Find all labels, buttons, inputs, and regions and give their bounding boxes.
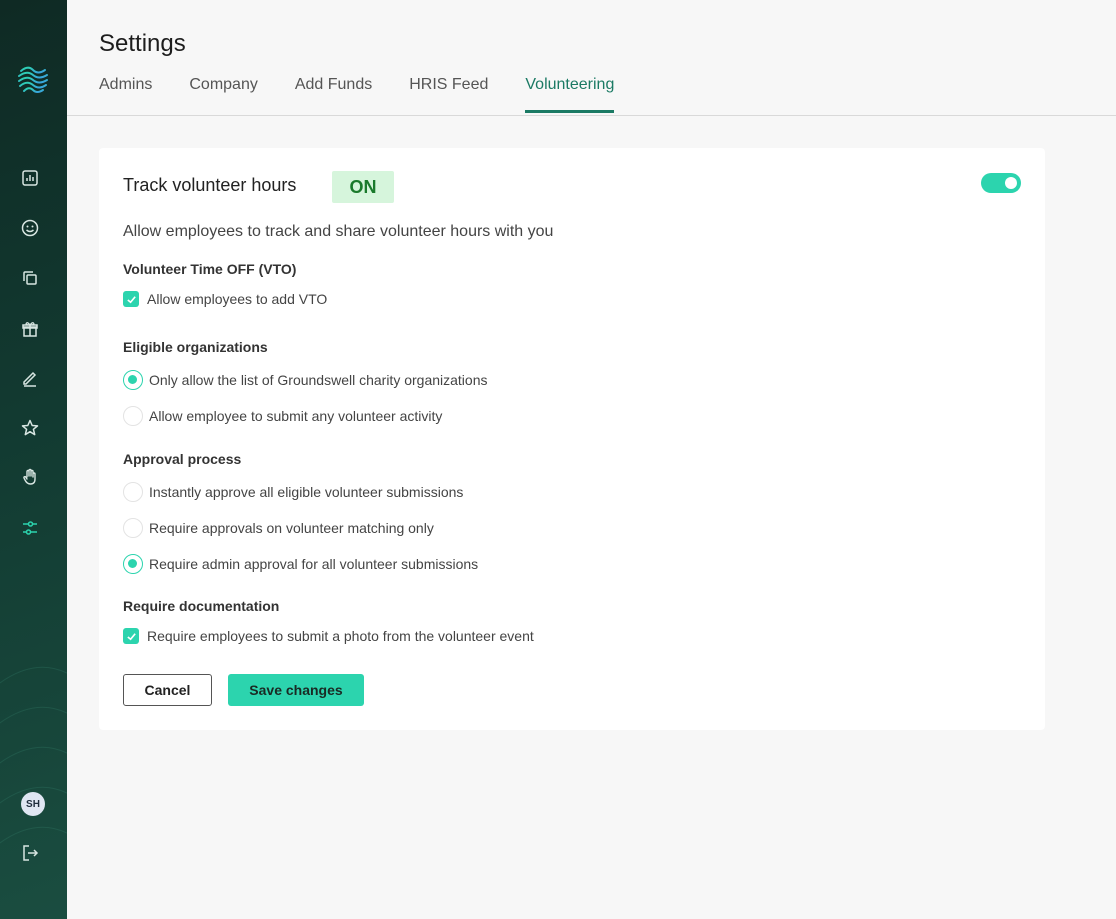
approval-option-instant[interactable]: Instantly approve all eligible volunteer… xyxy=(123,482,463,502)
sidebar-item-edit[interactable] xyxy=(19,367,41,389)
avatar-initials: SH xyxy=(26,798,40,810)
tab-hris-feed[interactable]: HRIS Feed xyxy=(409,76,488,112)
logout-button[interactable] xyxy=(19,842,41,864)
vto-section-label: Volunteer Time OFF (VTO) xyxy=(123,261,297,277)
sidebar-item-gifts[interactable] xyxy=(19,318,41,340)
approval-option-admin[interactable]: Require admin approval for all volunteer… xyxy=(123,554,478,574)
checkbox-checked[interactable] xyxy=(123,628,139,644)
tab-volunteering[interactable]: Volunteering xyxy=(525,76,614,113)
tab-admins[interactable]: Admins xyxy=(99,76,152,112)
save-changes-button[interactable]: Save changes xyxy=(228,674,364,706)
sidebar-item-volunteering[interactable] xyxy=(19,466,41,488)
sidebar: SH xyxy=(0,0,67,919)
radio-selected[interactable] xyxy=(123,554,143,574)
avatar[interactable]: SH xyxy=(21,792,45,816)
eligible-option-label: Allow employee to submit any volunteer a… xyxy=(149,408,443,424)
radio-unselected[interactable] xyxy=(123,518,143,538)
eligible-option-groundswell[interactable]: Only allow the list of Groundswell chari… xyxy=(123,370,488,390)
eligible-option-label: Only allow the list of Groundswell chari… xyxy=(149,372,488,388)
settings-tabs: Admins Company Add Funds HRIS Feed Volun… xyxy=(99,76,651,113)
logout-icon xyxy=(23,845,39,861)
eligible-section-label: Eligible organizations xyxy=(123,339,268,355)
tab-company[interactable]: Company xyxy=(189,76,257,112)
sidebar-background-pattern xyxy=(0,666,67,844)
checkmark-icon xyxy=(126,295,136,303)
documentation-section-label: Require documentation xyxy=(123,598,280,614)
sidebar-item-copy[interactable] xyxy=(19,267,41,289)
approval-option-label: Require admin approval for all volunteer… xyxy=(149,556,479,572)
allow-vto-checkbox[interactable]: Allow employees to add VTO xyxy=(123,291,327,307)
sidebar-item-dashboard[interactable] xyxy=(19,167,41,189)
cancel-button[interactable]: Cancel xyxy=(123,674,212,706)
hand-icon xyxy=(23,468,36,485)
require-photo-label: Require employees to submit a photo from… xyxy=(147,628,534,644)
groundswell-logo-icon[interactable] xyxy=(16,62,50,96)
approval-option-label: Require approvals on volunteer matching … xyxy=(149,520,434,536)
approval-option-matching[interactable]: Require approvals on volunteer matching … xyxy=(123,518,434,538)
copy-icon xyxy=(23,271,37,285)
sidebar-item-settings[interactable] xyxy=(19,517,41,539)
approval-section-label: Approval process xyxy=(123,451,242,467)
status-badge: ON xyxy=(332,171,394,203)
sidebar-item-favorites[interactable] xyxy=(19,417,41,439)
radio-unselected[interactable] xyxy=(123,406,143,426)
require-photo-checkbox[interactable]: Require employees to submit a photo from… xyxy=(123,628,534,644)
track-hours-description: Allow employees to track and share volun… xyxy=(123,223,554,240)
smiley-icon xyxy=(21,219,39,237)
bar-chart-icon xyxy=(22,170,38,186)
pencil-icon xyxy=(23,371,37,387)
allow-vto-label: Allow employees to add VTO xyxy=(147,291,328,307)
volunteering-settings-card: Track volunteer hours ON Allow employees… xyxy=(99,148,1045,730)
radio-unselected[interactable] xyxy=(123,482,143,502)
page-header: Settings Admins Company Add Funds HRIS F… xyxy=(67,0,1116,116)
gift-icon xyxy=(22,322,38,337)
track-hours-toggle[interactable] xyxy=(981,173,1021,193)
sidebar-item-employees[interactable] xyxy=(19,217,41,239)
track-hours-title: Track volunteer hours xyxy=(123,175,297,195)
star-icon xyxy=(21,419,39,436)
checkbox-checked[interactable] xyxy=(123,291,139,307)
eligible-option-any[interactable]: Allow employee to submit any volunteer a… xyxy=(123,406,442,426)
tab-add-funds[interactable]: Add Funds xyxy=(295,76,372,112)
sliders-icon xyxy=(23,521,37,535)
page-title: Settings xyxy=(99,30,186,57)
checkmark-icon xyxy=(126,632,136,640)
radio-selected[interactable] xyxy=(123,370,143,390)
approval-option-label: Instantly approve all eligible volunteer… xyxy=(149,484,464,500)
